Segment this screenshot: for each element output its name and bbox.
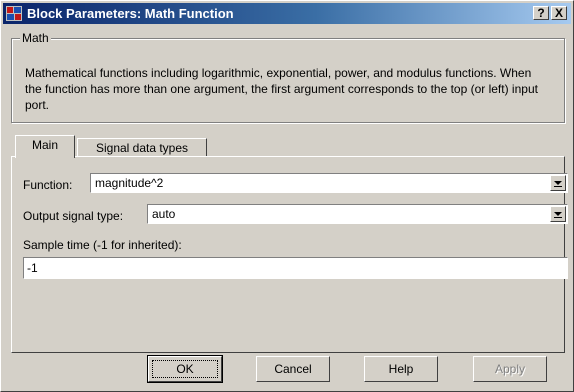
tab-main[interactable]: Main <box>15 135 75 158</box>
output-signal-type-label: Output signal type: <box>23 209 124 223</box>
output-type-dropdown-button[interactable] <box>550 206 566 222</box>
close-button[interactable]: X <box>551 6 567 20</box>
apply-button[interactable]: Apply <box>473 356 547 382</box>
function-value: magnitude^2 <box>95 176 164 190</box>
title-bar[interactable]: Block Parameters: Math Function ? X <box>3 3 571 24</box>
simulink-block-icon <box>6 6 22 21</box>
help-label: Help <box>388 362 414 376</box>
function-label: Function: <box>23 178 73 192</box>
focus-rect <box>152 360 218 378</box>
function-dropdown[interactable]: magnitude^2 <box>90 173 568 193</box>
dialog-window: Block Parameters: Math Function ? X Math… <box>0 0 574 392</box>
cancel-label: Cancel <box>274 362 312 376</box>
help-button[interactable]: Help <box>364 356 438 382</box>
chevron-down-icon <box>554 181 562 187</box>
cancel-button[interactable]: Cancel <box>256 356 330 382</box>
group-legend: Math <box>20 31 51 45</box>
sample-time-input[interactable]: -1 <box>23 257 568 279</box>
block-description: Mathematical functions including logarit… <box>25 66 538 112</box>
output-signal-type-dropdown[interactable]: auto <box>147 204 568 224</box>
tab-signal-data-types[interactable]: Signal data types <box>77 138 207 158</box>
window-title: Block Parameters: Math Function <box>27 6 234 21</box>
function-dropdown-button[interactable] <box>550 175 566 191</box>
help-title-button[interactable]: ? <box>533 6 549 20</box>
sample-time-label: Sample time (-1 for inherited): <box>23 238 182 252</box>
chevron-down-icon <box>554 212 562 218</box>
output-signal-type-value: auto <box>152 207 176 221</box>
ok-button[interactable]: OK <box>147 355 223 383</box>
apply-label: Apply <box>494 362 526 376</box>
